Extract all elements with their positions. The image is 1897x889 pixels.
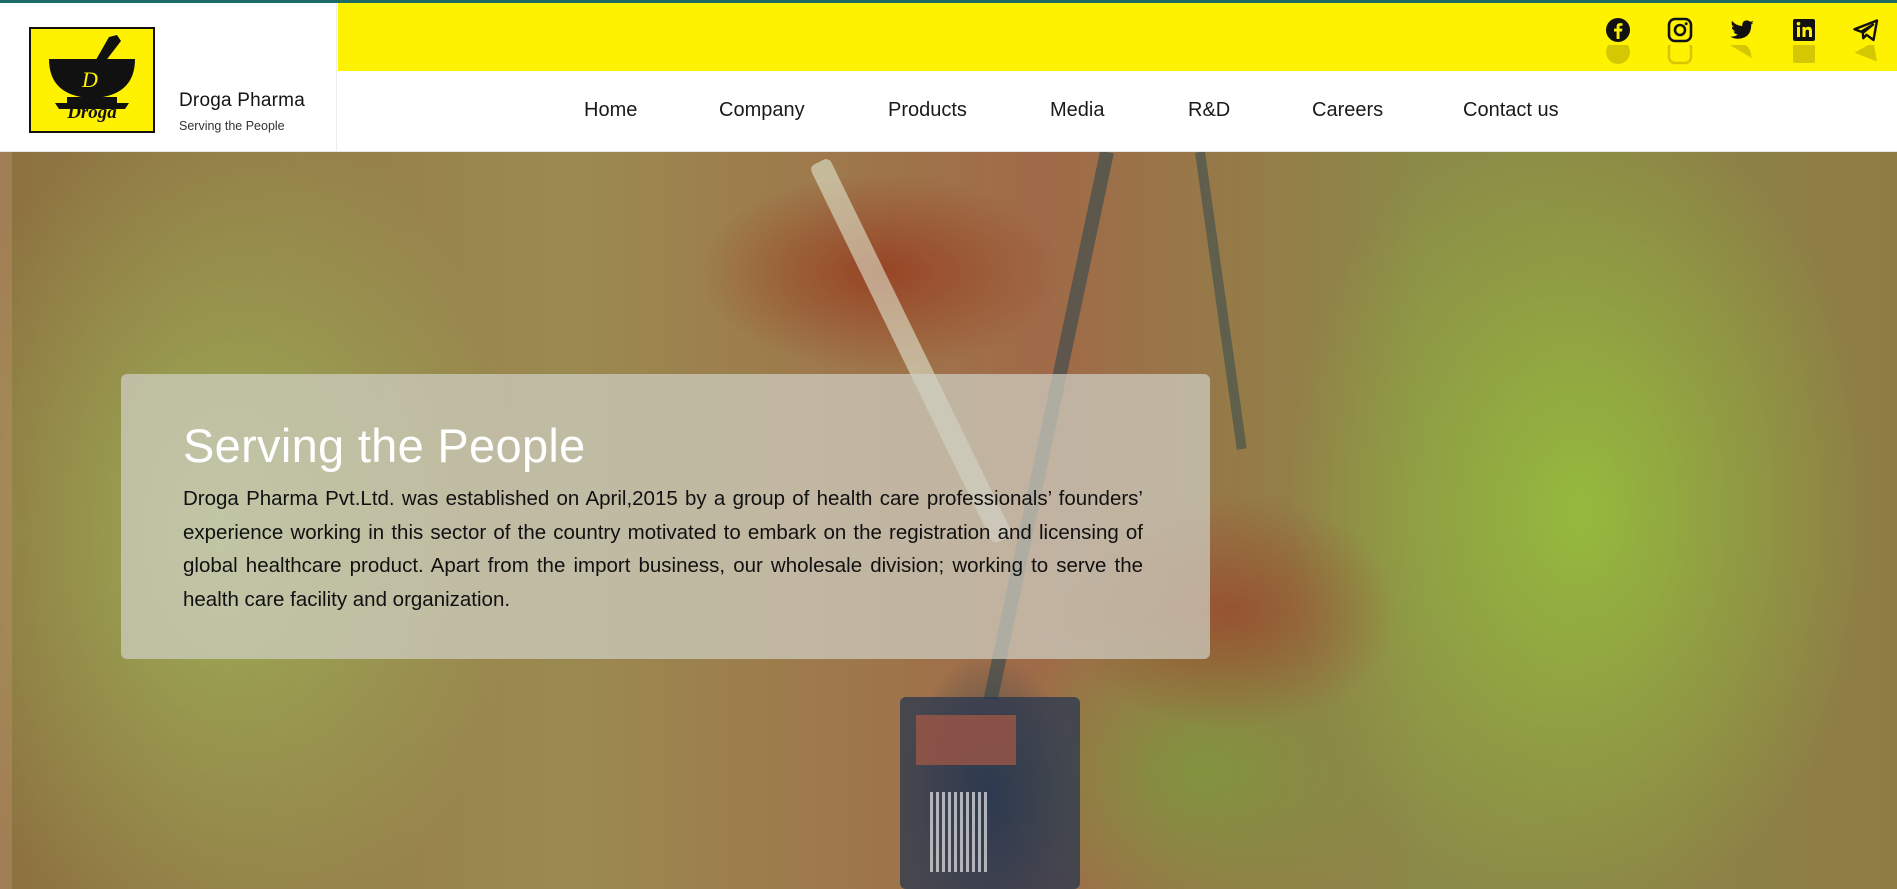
telegram-icon [1853, 19, 1879, 42]
hero-title: Serving the People [183, 419, 586, 472]
brand-tagline: Serving the People [179, 119, 285, 133]
nav-contact[interactable]: Contact us [1463, 99, 1559, 122]
nav-products[interactable]: Products [888, 99, 967, 122]
brand: D Droga Droga Pharma Serving the People [0, 3, 337, 152]
nav-rd[interactable]: R&D [1188, 99, 1230, 122]
linkedin-icon [1793, 19, 1815, 41]
nav-home[interactable]: Home [584, 99, 637, 122]
logo[interactable]: D Droga [29, 27, 155, 133]
instagram-link[interactable] [1665, 15, 1695, 65]
logo-letter: D [81, 67, 98, 92]
logo-wordmark: Droga [67, 102, 117, 123]
linkedin-link[interactable] [1789, 15, 1819, 63]
telegram-link[interactable] [1851, 15, 1881, 62]
site-header: D Droga Droga Pharma Serving the People [0, 0, 1897, 152]
hero-description: Droga Pharma Pvt.Ltd. was established on… [183, 487, 1143, 611]
facebook-icon [1606, 18, 1630, 42]
hero-banner: Serving the People Droga Pharma Pvt.Ltd.… [0, 152, 1897, 889]
twitter-icon [1730, 20, 1754, 39]
twitter-link[interactable] [1727, 15, 1757, 60]
brand-name[interactable]: Droga Pharma [179, 90, 305, 112]
instagram-icon [1667, 17, 1693, 43]
nav-media[interactable]: Media [1050, 99, 1104, 122]
facebook-link[interactable] [1603, 15, 1633, 64]
hero-edge [0, 152, 12, 889]
nav-company[interactable]: Company [719, 99, 805, 122]
badge-photo [916, 715, 1016, 765]
nav-careers[interactable]: Careers [1312, 99, 1383, 122]
badge-barcode [930, 792, 990, 872]
social-bar [338, 3, 1897, 71]
hero-card: Serving the People Droga Pharma Pvt.Ltd.… [121, 374, 1210, 659]
hero-background-badge [900, 697, 1080, 889]
